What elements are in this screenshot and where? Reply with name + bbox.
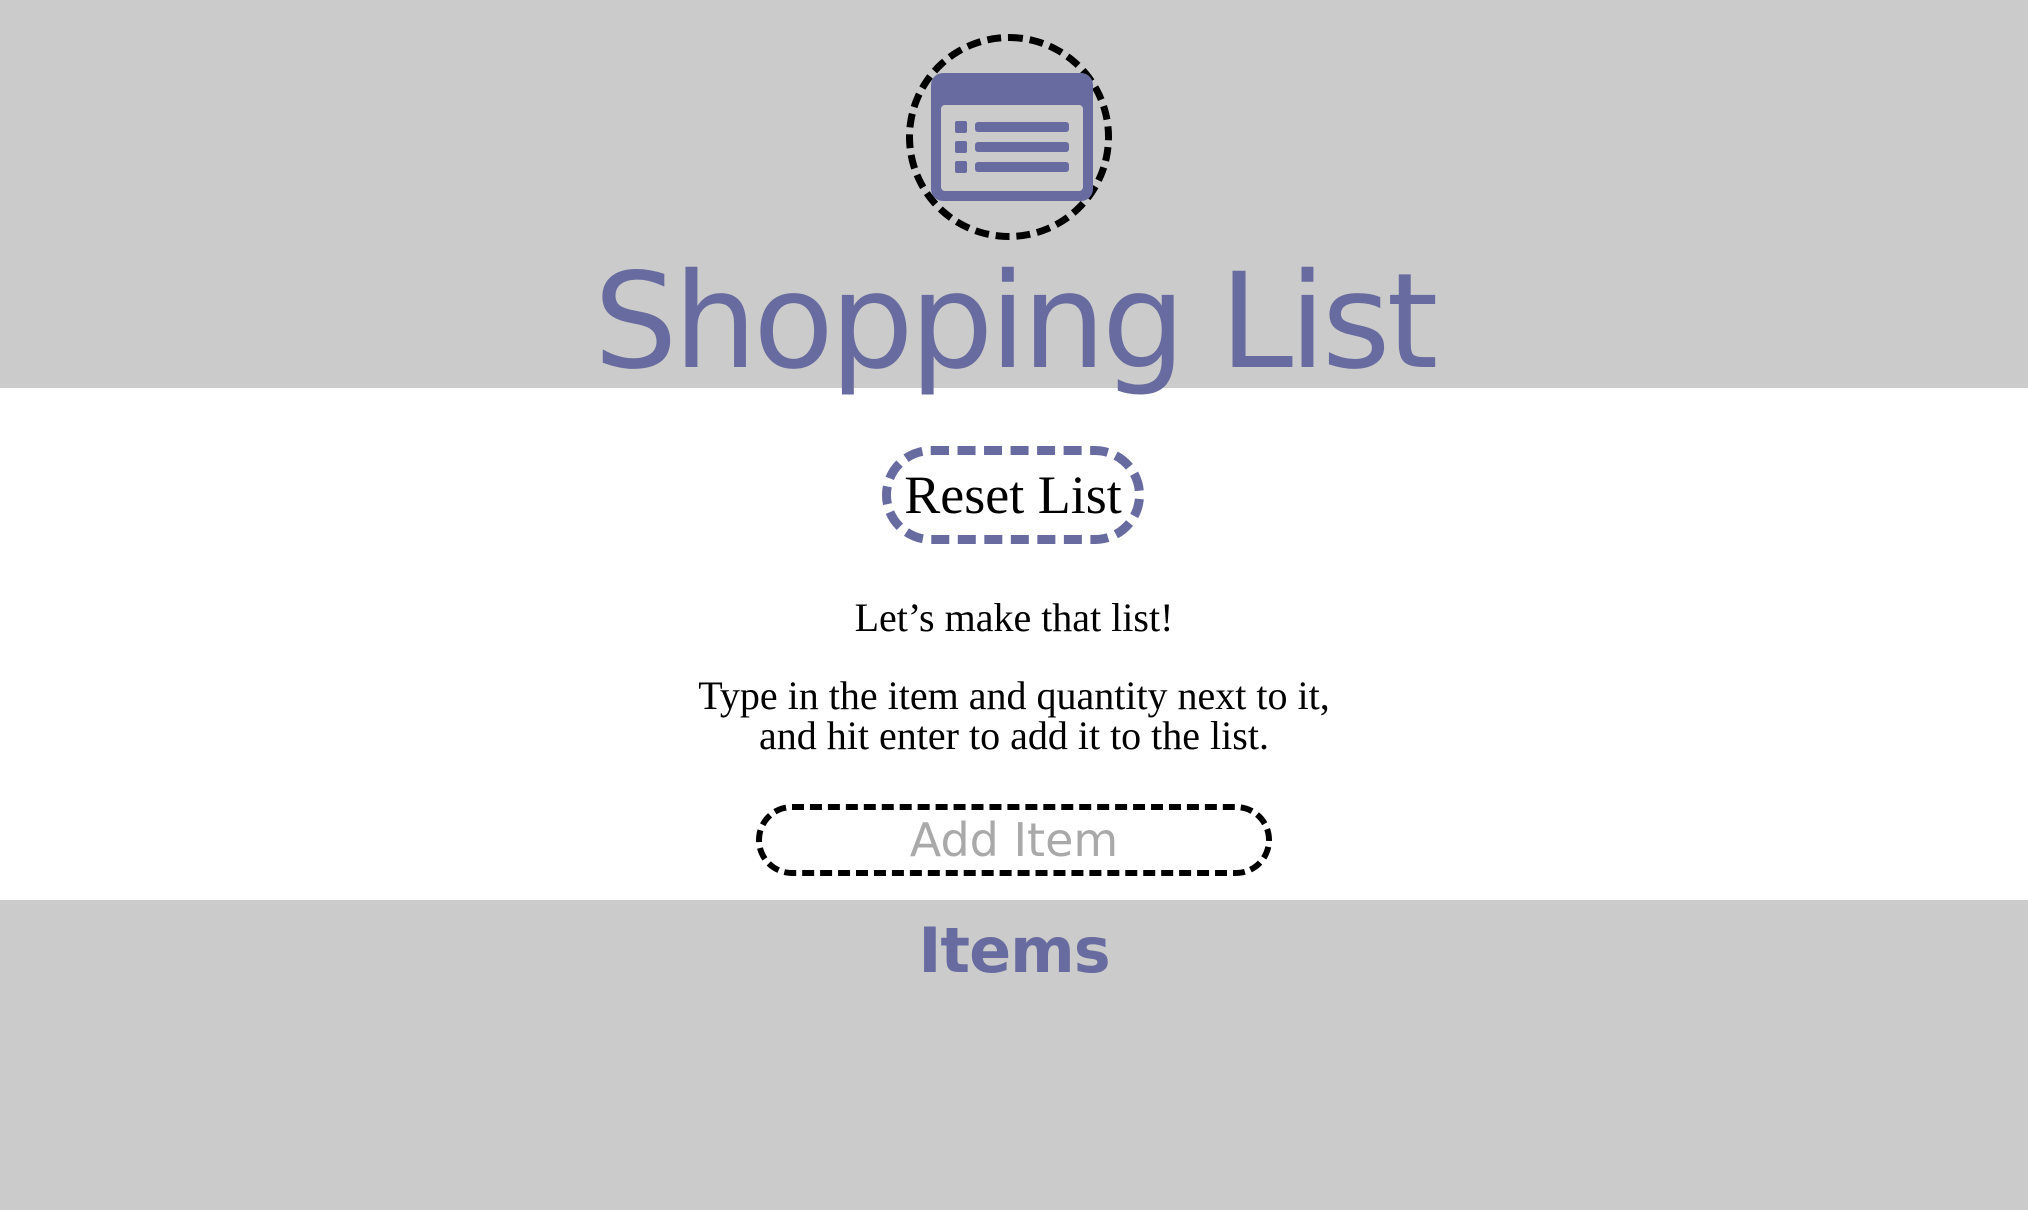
items-heading: Items	[918, 914, 1110, 987]
intro-text: Let’s make that list!	[854, 595, 1174, 640]
instructions-text: Type in the item and quantity next to it…	[0, 676, 2028, 756]
add-item-input[interactable]	[756, 804, 1272, 876]
page-title: Shopping List	[593, 245, 1439, 399]
instructions-line-2: and hit enter to add it to the list.	[759, 713, 1269, 758]
instructions-line-1: Type in the item and quantity next to it…	[698, 673, 1330, 718]
reset-list-button[interactable]: Reset List	[882, 446, 1144, 544]
list-window-icon	[931, 73, 1093, 201]
page: Shopping List Reset List Let’s make that…	[0, 0, 2028, 1210]
